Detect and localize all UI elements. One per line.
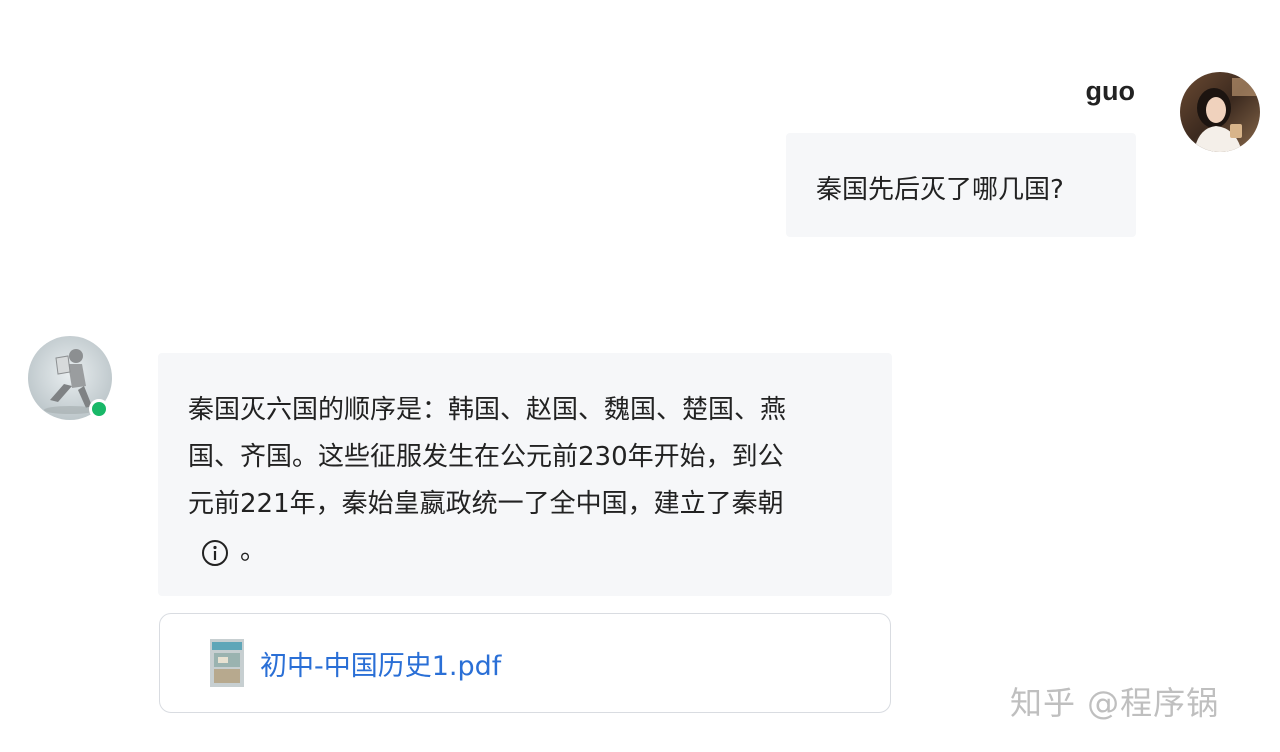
assistant-message-line: 元前221年，秦始皇嬴政统一了全中国，建立了秦朝	[188, 489, 784, 519]
assistant-message-line: 秦国灭六国的顺序是：韩国、赵国、魏国、楚国、燕	[188, 395, 787, 425]
info-circle-icon[interactable]	[200, 537, 230, 567]
trailing-punctuation: 。	[240, 536, 267, 566]
assistant-message-line: 国、齐国。这些征服发生在公元前230年开始，到公	[188, 442, 784, 472]
citation-row: 。	[188, 528, 864, 575]
user-message-text: 秦国先后灭了哪几国?	[816, 175, 1064, 205]
attachment-file-link[interactable]: 初中-中国历史1.pdf	[260, 644, 501, 683]
user-avatar[interactable]	[1180, 72, 1260, 152]
chat-page: guo 秦国先后灭了哪几国? 秦国灭六国的顺序是：韩国、赵国、魏国、楚国、燕 国…	[0, 0, 1280, 752]
user-avatar-photo-icon	[1180, 72, 1260, 152]
attachment-card[interactable]: 初中-中国历史1.pdf	[159, 613, 891, 713]
watermark: 知乎 @程序锅	[1010, 684, 1220, 722]
user-message-bubble: 秦国先后灭了哪几国?	[786, 133, 1136, 237]
assistant-message-bubble: 秦国灭六国的顺序是：韩国、赵国、魏国、楚国、燕 国、齐国。这些征服发生在公元前2…	[158, 353, 892, 596]
pdf-thumbnail-icon	[210, 639, 244, 687]
online-status-dot	[89, 399, 109, 419]
user-name: guo	[1085, 76, 1135, 106]
